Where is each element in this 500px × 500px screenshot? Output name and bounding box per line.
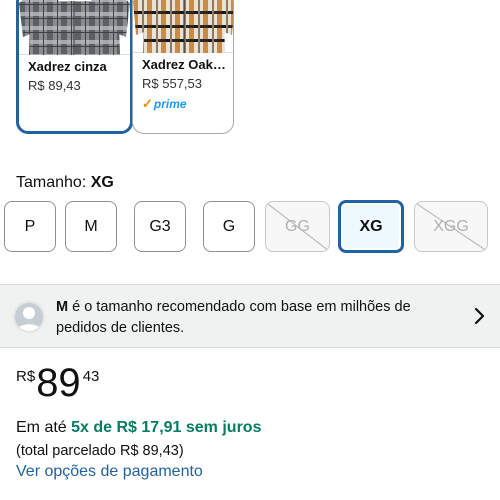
shirt-image-oak-plaid — [133, 0, 233, 53]
size-heading-label: Tamanho: — [16, 174, 87, 191]
recommendation-text: M é o tamanho recomendado com base em mi… — [56, 297, 456, 339]
unavailable-strike-icon — [267, 203, 329, 251]
installment-prefix: Em até — [16, 419, 67, 436]
chevron-right-icon — [474, 307, 485, 325]
size-option-label: P — [24, 217, 36, 235]
swatch-xadrez-oak[interactable]: Xadrez Oak… R$ 557,53 ✓ prime — [132, 0, 234, 134]
size-heading: Tamanho: XG — [16, 174, 114, 192]
size-option-label: G3 — [149, 217, 171, 235]
size-option-xg[interactable]: XG — [338, 200, 404, 253]
swatch-price: R$ 89,43 — [28, 78, 81, 93]
prime-check-icon: ✓ — [142, 96, 153, 111]
swatch-name: Xadrez cinza — [28, 59, 107, 74]
price-currency: R$ — [16, 368, 36, 385]
unavailable-strike-icon — [416, 203, 487, 251]
installment-highlight: 5x de R$ 17,91 sem juros — [71, 419, 262, 436]
size-heading-value: XG — [90, 174, 114, 191]
size-recommendation-bar[interactable]: M é o tamanho recomendado com base em mi… — [0, 284, 500, 348]
prime-badge: ✓ prime — [142, 96, 187, 112]
swatch-xadrez-cinza[interactable]: Xadrez cinza R$ 89,43 — [16, 0, 133, 134]
size-option-g[interactable]: G — [203, 201, 255, 252]
size-option-label: M — [84, 217, 98, 235]
price-whole: 89 — [36, 361, 81, 405]
installment-offer: Em até 5x de R$ 17,91 sem juros — [16, 419, 261, 437]
user-avatar-icon — [13, 301, 45, 333]
size-option-label: G — [222, 217, 236, 235]
swatch-price: R$ 557,53 — [142, 76, 202, 91]
size-option-label: XG — [359, 217, 383, 235]
color-swatch-list: Xadrez cinza R$ 89,43 Xadrez Oak… R$ 557… — [0, 0, 500, 140]
size-option-p[interactable]: P — [4, 201, 56, 252]
size-option-g3[interactable]: G3 — [134, 201, 186, 252]
size-option-xgg[interactable]: XGG — [414, 201, 488, 252]
payment-options-link[interactable]: Ver opções de pagamento — [16, 463, 203, 481]
shirt-image-gray-plaid — [19, 0, 130, 55]
size-option-gg[interactable]: GG — [265, 201, 330, 252]
recommended-size: M — [56, 299, 69, 315]
price-fraction: 43 — [82, 368, 100, 385]
recommendation-message: é o tamanho recomendado com base em milh… — [56, 299, 411, 336]
prime-label: prime — [153, 97, 187, 111]
installment-total: (total parcelado R$ 89,43) — [16, 443, 184, 459]
swatch-name: Xadrez Oak… — [142, 57, 226, 72]
size-option-m[interactable]: M — [65, 201, 117, 252]
price: R$ 89 43 — [16, 360, 99, 406]
